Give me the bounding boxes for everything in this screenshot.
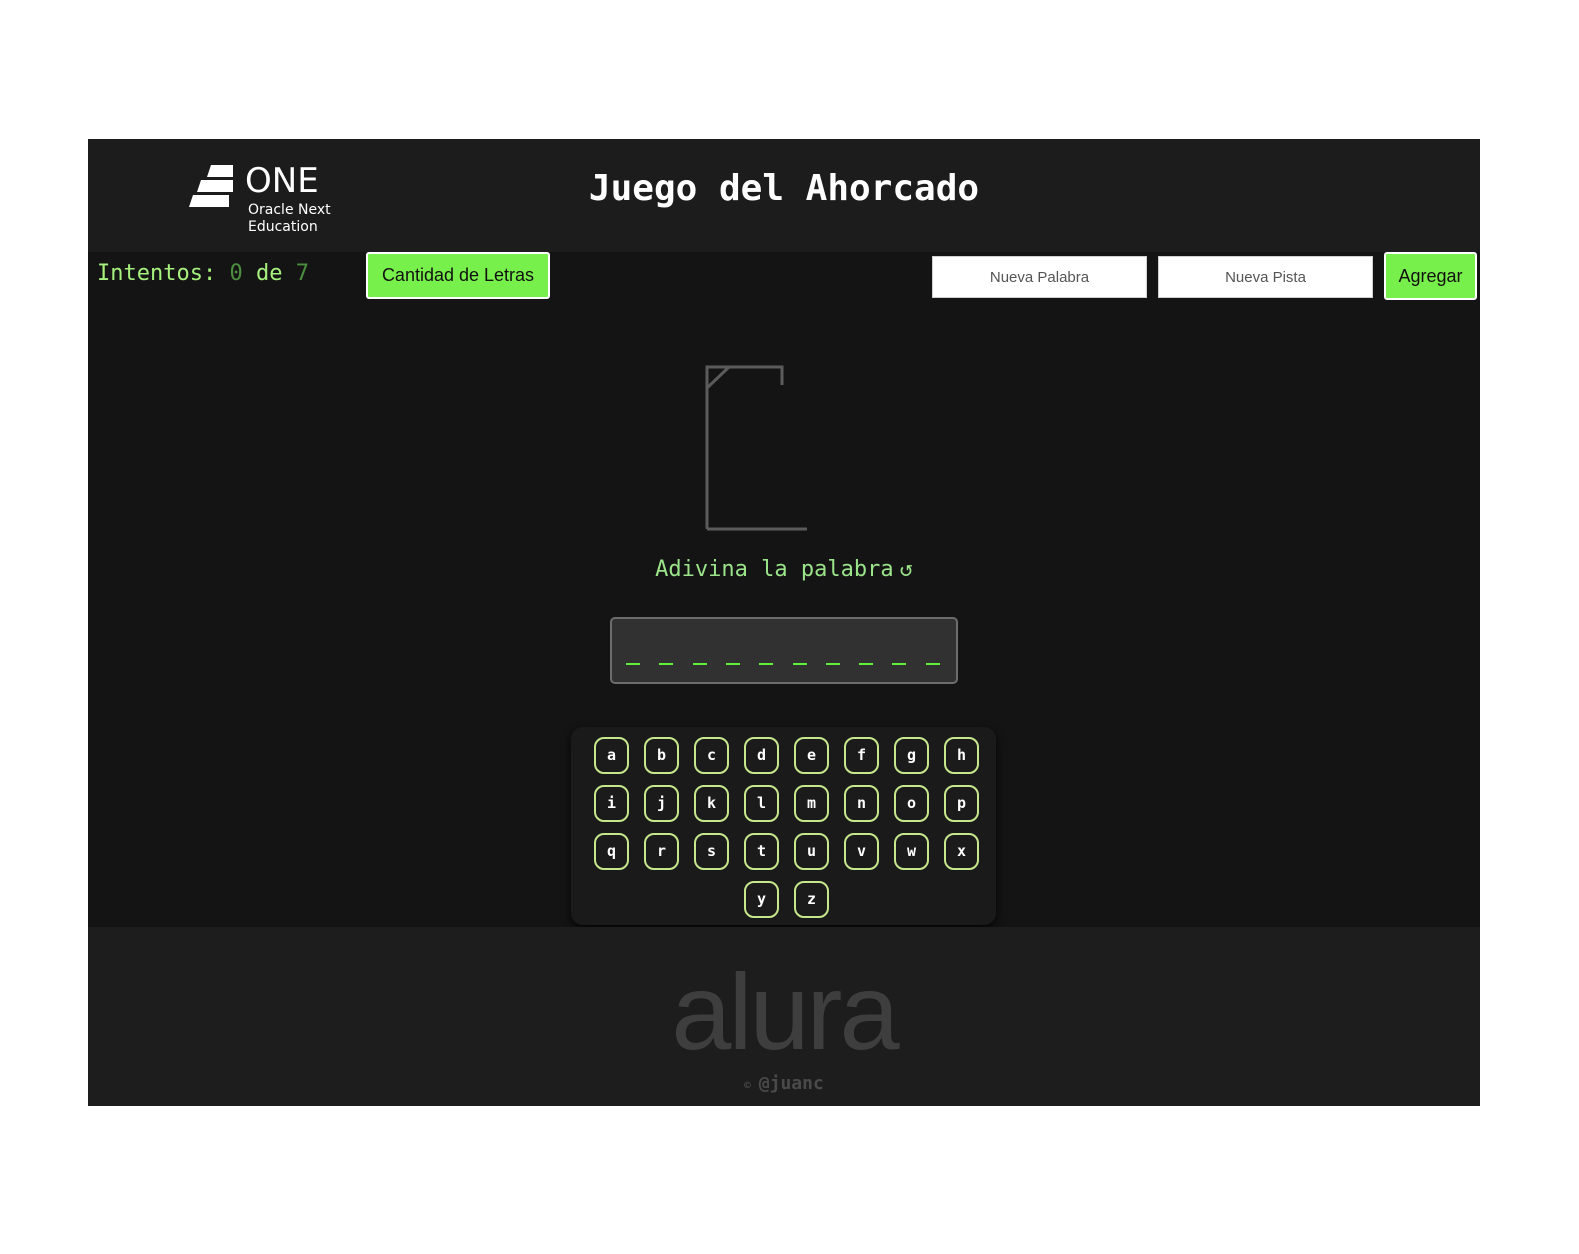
key-n[interactable]: n [844,785,879,822]
header: ONE Oracle Next Education Juego del Ahor… [88,139,1480,252]
key-u[interactable]: u [794,833,829,870]
key-h[interactable]: h [944,737,979,774]
letter-blank [859,663,874,665]
attempts-max: 7 [295,261,309,286]
footer-author: @juanc [758,1073,824,1094]
key-q[interactable]: q [594,833,629,870]
app-window: ONE Oracle Next Education Juego del Ahor… [88,139,1480,1106]
letter-blank [659,663,674,665]
new-word-input[interactable] [932,256,1147,298]
key-o[interactable]: o [894,785,929,822]
add-button[interactable]: Agregar [1384,252,1477,300]
toolbar: Intentos: 0 de 7 Cantidad de Letras Agre… [88,252,1480,302]
footer-credit: © @juanc [88,1073,1480,1097]
attempts-counter: Intentos: 0 de 7 [97,260,309,288]
key-p[interactable]: p [944,785,979,822]
logo-line-2: Education [248,219,318,235]
prompt-text: Adivina la palabra [655,557,894,582]
alura-logo: alura [671,951,899,1072]
key-s[interactable]: s [694,833,729,870]
key-z[interactable]: z [794,881,829,918]
key-e[interactable]: e [794,737,829,774]
letter-keyboard: abcdefgh ijklmnop qrstuvwx yz [571,727,996,925]
letter-blank [792,663,807,665]
key-m[interactable]: m [794,785,829,822]
key-a[interactable]: a [594,737,629,774]
key-t[interactable]: t [744,833,779,870]
attempts-label: Intentos: [97,261,217,286]
key-i[interactable]: i [594,785,629,822]
letter-count-button[interactable]: Cantidad de Letras [366,252,550,299]
key-y[interactable]: y [744,881,779,918]
key-r[interactable]: r [644,833,679,870]
attempts-current: 0 [229,261,243,286]
key-d[interactable]: d [744,737,779,774]
key-j[interactable]: j [644,785,679,822]
letter-blank [925,663,940,665]
key-l[interactable]: l [744,785,779,822]
gallows-drawing [705,365,807,531]
letter-blank [692,663,707,665]
letter-blank [825,663,840,665]
key-g[interactable]: g [894,737,929,774]
key-f[interactable]: f [844,737,879,774]
page-title: Juego del Ahorcado [588,168,980,209]
letter-blank [892,663,907,665]
footer: alura © @juanc [88,927,1480,1106]
letter-blank [725,663,740,665]
key-w[interactable]: w [894,833,929,870]
key-x[interactable]: x [944,833,979,870]
key-b[interactable]: b [644,737,679,774]
letter-blank [759,663,774,665]
key-c[interactable]: c [694,737,729,774]
key-k[interactable]: k [694,785,729,822]
reload-icon[interactable]: ↺ [900,556,913,584]
attempts-of: de [255,261,283,286]
guess-prompt: Adivina la palabra ↺ [88,556,1480,584]
key-v[interactable]: v [844,833,879,870]
letter-blank [626,663,640,665]
word-display [610,617,958,684]
copyright-icon: © [744,1079,751,1092]
new-hint-input[interactable] [1158,256,1373,298]
